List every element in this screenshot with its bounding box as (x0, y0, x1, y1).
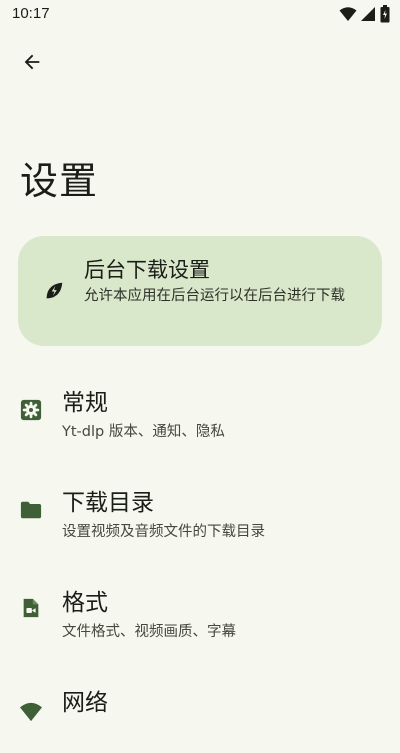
cellular-signal-icon (361, 7, 375, 21)
settings-item-format[interactable]: 格式 文件格式、视频画质、字幕 (0, 583, 400, 653)
item-title: 常规 (62, 390, 108, 416)
background-download-settings-card[interactable]: 后台下载设置 允许本应用在后台运行以在后台进行下载 (18, 236, 382, 346)
settings-item-download-directory[interactable]: 下载目录 设置视频及音频文件的下载目录 (0, 483, 400, 553)
network-wifi-icon (20, 702, 42, 722)
status-bar: 10:17 (0, 0, 400, 28)
item-title: 网络 (62, 690, 108, 716)
status-icons (339, 5, 390, 23)
item-subtitle: 设置视频及音频文件的下载目录 (62, 524, 265, 540)
settings-gear-icon (20, 399, 42, 421)
back-button[interactable] (12, 42, 52, 82)
card-subtitle: 允许本应用在后台运行以在后台进行下载 (84, 288, 345, 304)
wifi-icon (339, 7, 357, 21)
item-title: 下载目录 (62, 490, 154, 516)
page-title: 设置 (20, 159, 99, 203)
status-time: 10:17 (12, 5, 50, 22)
item-title: 格式 (62, 590, 108, 616)
arrow-back-icon (24, 54, 40, 70)
settings-item-general[interactable]: 常规 Yt-dlp 版本、通知、隐私 (0, 383, 400, 453)
folder-icon (20, 501, 42, 519)
video-file-icon (23, 598, 39, 618)
battery-icon (380, 5, 390, 23)
settings-item-network[interactable]: 网络 (0, 683, 400, 753)
leaf-lightning-icon (46, 282, 63, 299)
item-subtitle: Yt-dlp 版本、通知、隐私 (62, 424, 225, 440)
card-title: 后台下载设置 (84, 258, 210, 282)
item-subtitle: 文件格式、视频画质、字幕 (62, 624, 236, 640)
